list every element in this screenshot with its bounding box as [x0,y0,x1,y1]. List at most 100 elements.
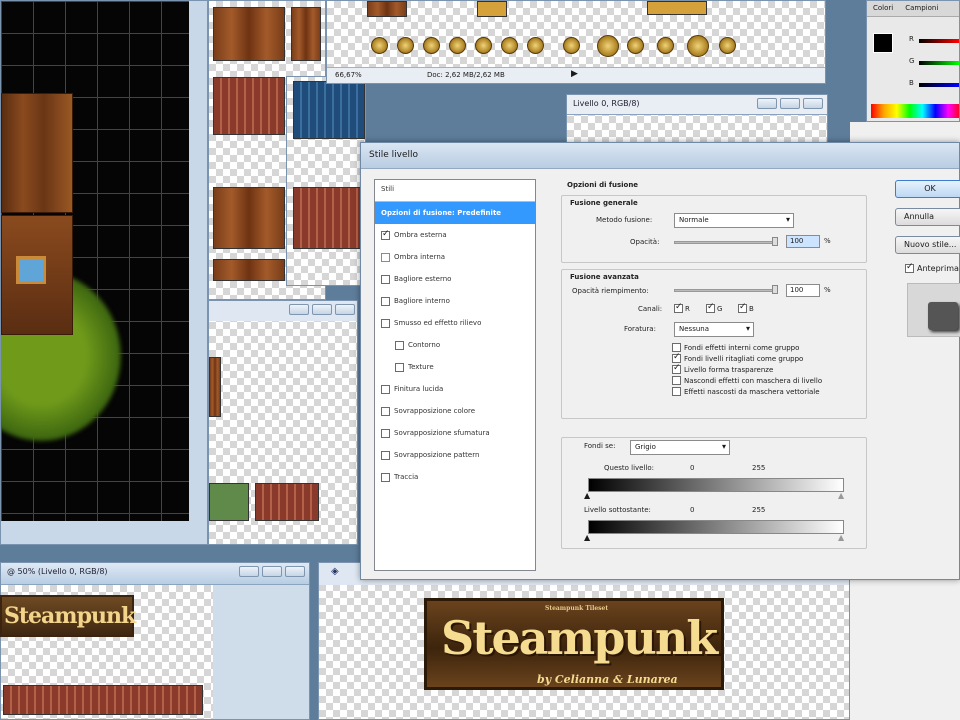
coin-icon[interactable] [657,37,674,54]
underlying-gradient[interactable] [588,520,844,534]
style-item[interactable]: Traccia [375,466,535,488]
advanced-checkbox[interactable] [672,363,681,374]
blend-mode-select[interactable]: Normale [674,213,794,228]
maximize-button[interactable] [312,304,332,315]
layer-window-titlebar[interactable]: Livello 0, RGB/8) [567,95,827,115]
this-layer-gradient[interactable] [588,478,844,492]
coin-icon[interactable] [475,37,492,54]
maximize-button[interactable] [262,566,282,577]
style-checkbox[interactable] [381,450,390,460]
tile-strip[interactable] [3,685,203,715]
bottom-document-window[interactable]: @ 50% (Livello 0, RGB/8) [0,562,310,720]
foreground-color[interactable] [873,33,893,53]
style-item[interactable]: Smusso ed effetto rilievo [375,312,535,334]
advanced-checkbox[interactable] [672,387,681,396]
advanced-checkbox[interactable] [672,343,681,352]
style-checkbox[interactable] [381,384,390,394]
tile-wall-red[interactable] [213,77,285,135]
item-gold[interactable] [477,1,507,17]
dialog-titlebar[interactable]: Stile livello [361,143,959,169]
coin-icon[interactable] [501,37,518,54]
tab-swatches[interactable]: Campioni [905,4,938,13]
tile-green[interactable] [209,483,249,521]
this-layer-black-handle[interactable]: ▲ [584,491,590,500]
r-slider[interactable] [919,39,959,43]
opacity-slider-handle[interactable] [772,237,778,246]
style-checkbox[interactable] [381,252,390,262]
tile-wood-3[interactable] [213,187,285,249]
style-item[interactable]: Finitura lucida [375,378,535,400]
color-panel[interactable]: Colori Campioni R G B [866,0,960,122]
advanced-checkbox[interactable] [672,376,681,385]
coin-icon[interactable] [597,35,619,57]
items-window[interactable]: 66,67% Doc: 2,62 MB/2,62 MB ▶ [326,0,826,84]
advanced-check-item[interactable]: Fondi livelli ritagliati come gruppo [672,352,822,364]
coin-icon[interactable] [371,37,388,54]
ok-button[interactable]: OK [895,180,960,198]
style-item[interactable]: Sovrapposizione colore [375,400,535,422]
coin-icon[interactable] [563,37,580,54]
underlying-white-handle[interactable]: ▲ [838,533,844,542]
underlying-black-handle[interactable]: ▲ [584,533,590,542]
layer-window[interactable]: Livello 0, RGB/8) [566,94,828,146]
blend-if-select[interactable]: Grigio [630,440,730,455]
play-icon[interactable]: ▶ [571,69,578,79]
tileset-window-c[interactable] [208,300,358,545]
fill-opacity-input[interactable]: 100 [786,284,820,297]
style-item[interactable]: Opzioni di fusione: Predefinite [375,202,535,224]
advanced-check-item[interactable]: Nascondi effetti con maschera di livello [672,375,822,386]
style-checkbox[interactable] [381,318,390,328]
tile-wood-5[interactable] [213,259,285,281]
style-item[interactable]: Bagliore interno [375,290,535,312]
style-checkbox[interactable] [381,229,390,240]
tile-red-2[interactable] [293,187,365,249]
style-checkbox[interactable] [381,428,390,438]
style-checkbox[interactable] [381,274,390,284]
tab-colors[interactable]: Colori [873,4,893,13]
tile-red-roof[interactable] [255,483,319,521]
advanced-check-item[interactable]: Livello forma trasparenze [672,363,822,375]
fill-opacity-slider[interactable] [674,289,778,292]
style-item[interactable]: Bagliore esterno [375,268,535,290]
new-style-button[interactable]: Nuovo stile... [895,236,960,254]
bottom-doc-titlebar[interactable]: @ 50% (Livello 0, RGB/8) [1,563,309,585]
knockout-select[interactable]: Nessuna [674,322,754,337]
checkbox[interactable] [706,302,715,313]
tile-wood-2[interactable] [291,7,321,61]
channel-r-check[interactable]: R [674,302,690,313]
opacity-input[interactable]: 100 [786,235,820,248]
advanced-check-item[interactable]: Fondi effetti interni come gruppo [672,342,822,353]
advanced-check-item[interactable]: Effetti nascosti da maschera vettoriale [672,386,822,397]
style-checkbox[interactable] [381,406,390,416]
this-layer-white-handle[interactable]: ▲ [838,491,844,500]
style-item[interactable]: Texture [375,356,535,378]
style-item[interactable]: Ombra interna [375,246,535,268]
tile-wood-1[interactable] [213,7,285,61]
fill-opacity-handle[interactable] [772,285,778,294]
style-checkbox[interactable] [395,362,404,372]
channel-g-check[interactable]: G [706,302,722,313]
style-item[interactable]: Contorno [375,334,535,356]
tileset-window-b[interactable] [286,76,366,286]
coin-icon[interactable] [449,37,466,54]
preview-checkbox[interactable] [905,262,914,273]
minimize-button[interactable] [289,304,309,315]
item-bars[interactable] [647,1,707,15]
tile-door[interactable] [209,357,221,417]
style-item[interactable]: Sovrapposizione sfumatura [375,422,535,444]
style-item[interactable]: Sovrapposizione pattern [375,444,535,466]
coin-icon[interactable] [527,37,544,54]
preview-toggle[interactable]: Anteprima [905,262,959,273]
cancel-button[interactable]: Annulla [895,208,960,226]
style-checkbox[interactable] [381,296,390,306]
style-item[interactable]: Ombra esterna [375,224,535,246]
coin-icon[interactable] [397,37,414,54]
coin-icon[interactable] [719,37,736,54]
b-slider[interactable] [919,83,959,87]
tile-blue-2[interactable] [293,81,365,139]
tileset-c-titlebar[interactable] [209,301,357,321]
checkbox[interactable] [674,302,683,313]
close-button[interactable] [335,304,355,315]
item-chest[interactable] [367,1,407,17]
close-button[interactable] [285,566,305,577]
